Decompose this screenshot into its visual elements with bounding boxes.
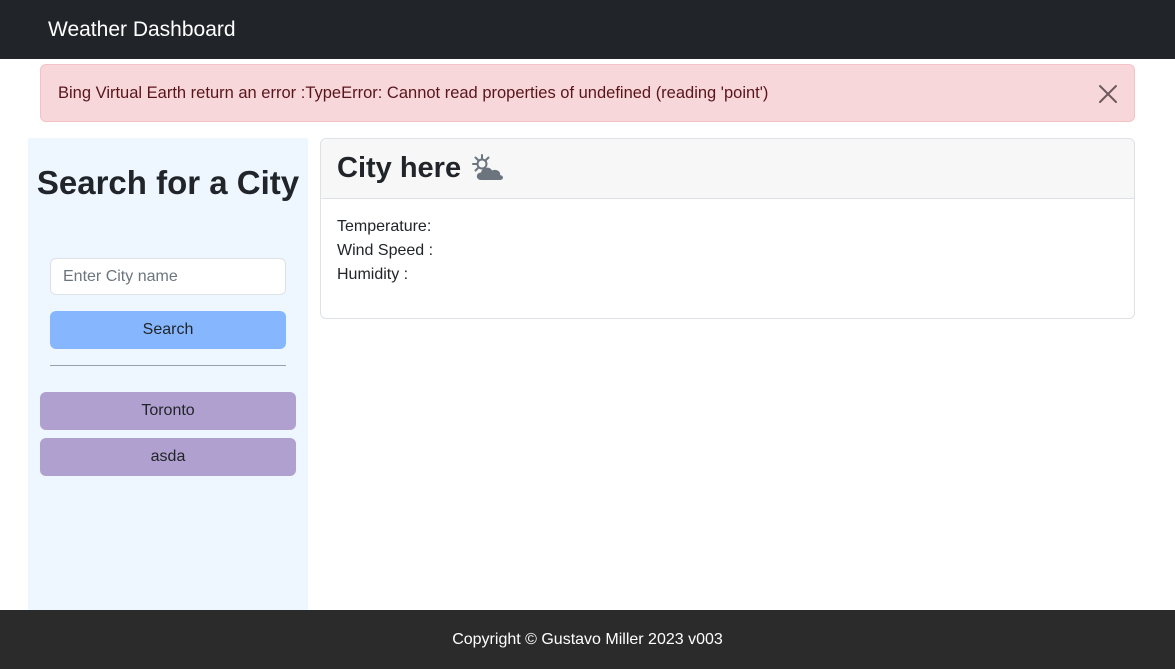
copyright-text: Copyright © Gustavo Miller 2023 v003 — [452, 630, 723, 648]
humidity-label: Humidity : — [337, 266, 409, 283]
navbar-brand[interactable]: Weather Dashboard — [48, 18, 236, 42]
alert-message: Bing Virtual Earth return an error :Type… — [58, 83, 769, 102]
weather-card-body: Temperature: Wind Speed : Humidity : — [321, 199, 1134, 303]
weather-card-header: City here — [321, 139, 1134, 199]
footer: Copyright © Gustavo Miller 2023 v003 — [0, 610, 1175, 669]
sidebar-title: Search for a City — [36, 164, 300, 201]
temperature-label: Temperature: — [337, 218, 432, 235]
navbar: Weather Dashboard — [0, 0, 1175, 59]
history-button-asda[interactable]: asda — [40, 438, 296, 476]
sidebar-divider — [50, 365, 286, 366]
error-alert: Bing Virtual Earth return an error :Type… — [40, 64, 1135, 122]
city-search-input[interactable] — [50, 258, 286, 295]
partly-cloudy-icon — [470, 153, 506, 185]
search-button[interactable]: Search — [50, 311, 286, 349]
weather-card: City here Temperature: Wind Speed : Humi… — [320, 138, 1135, 319]
city-name: City here — [337, 152, 462, 184]
wind-speed-label: Wind Speed : — [337, 242, 434, 259]
history-button-toronto[interactable]: Toronto — [40, 392, 296, 430]
search-sidebar: Search for a City Search Toronto asda — [28, 138, 308, 610]
close-icon[interactable] — [1096, 82, 1120, 106]
